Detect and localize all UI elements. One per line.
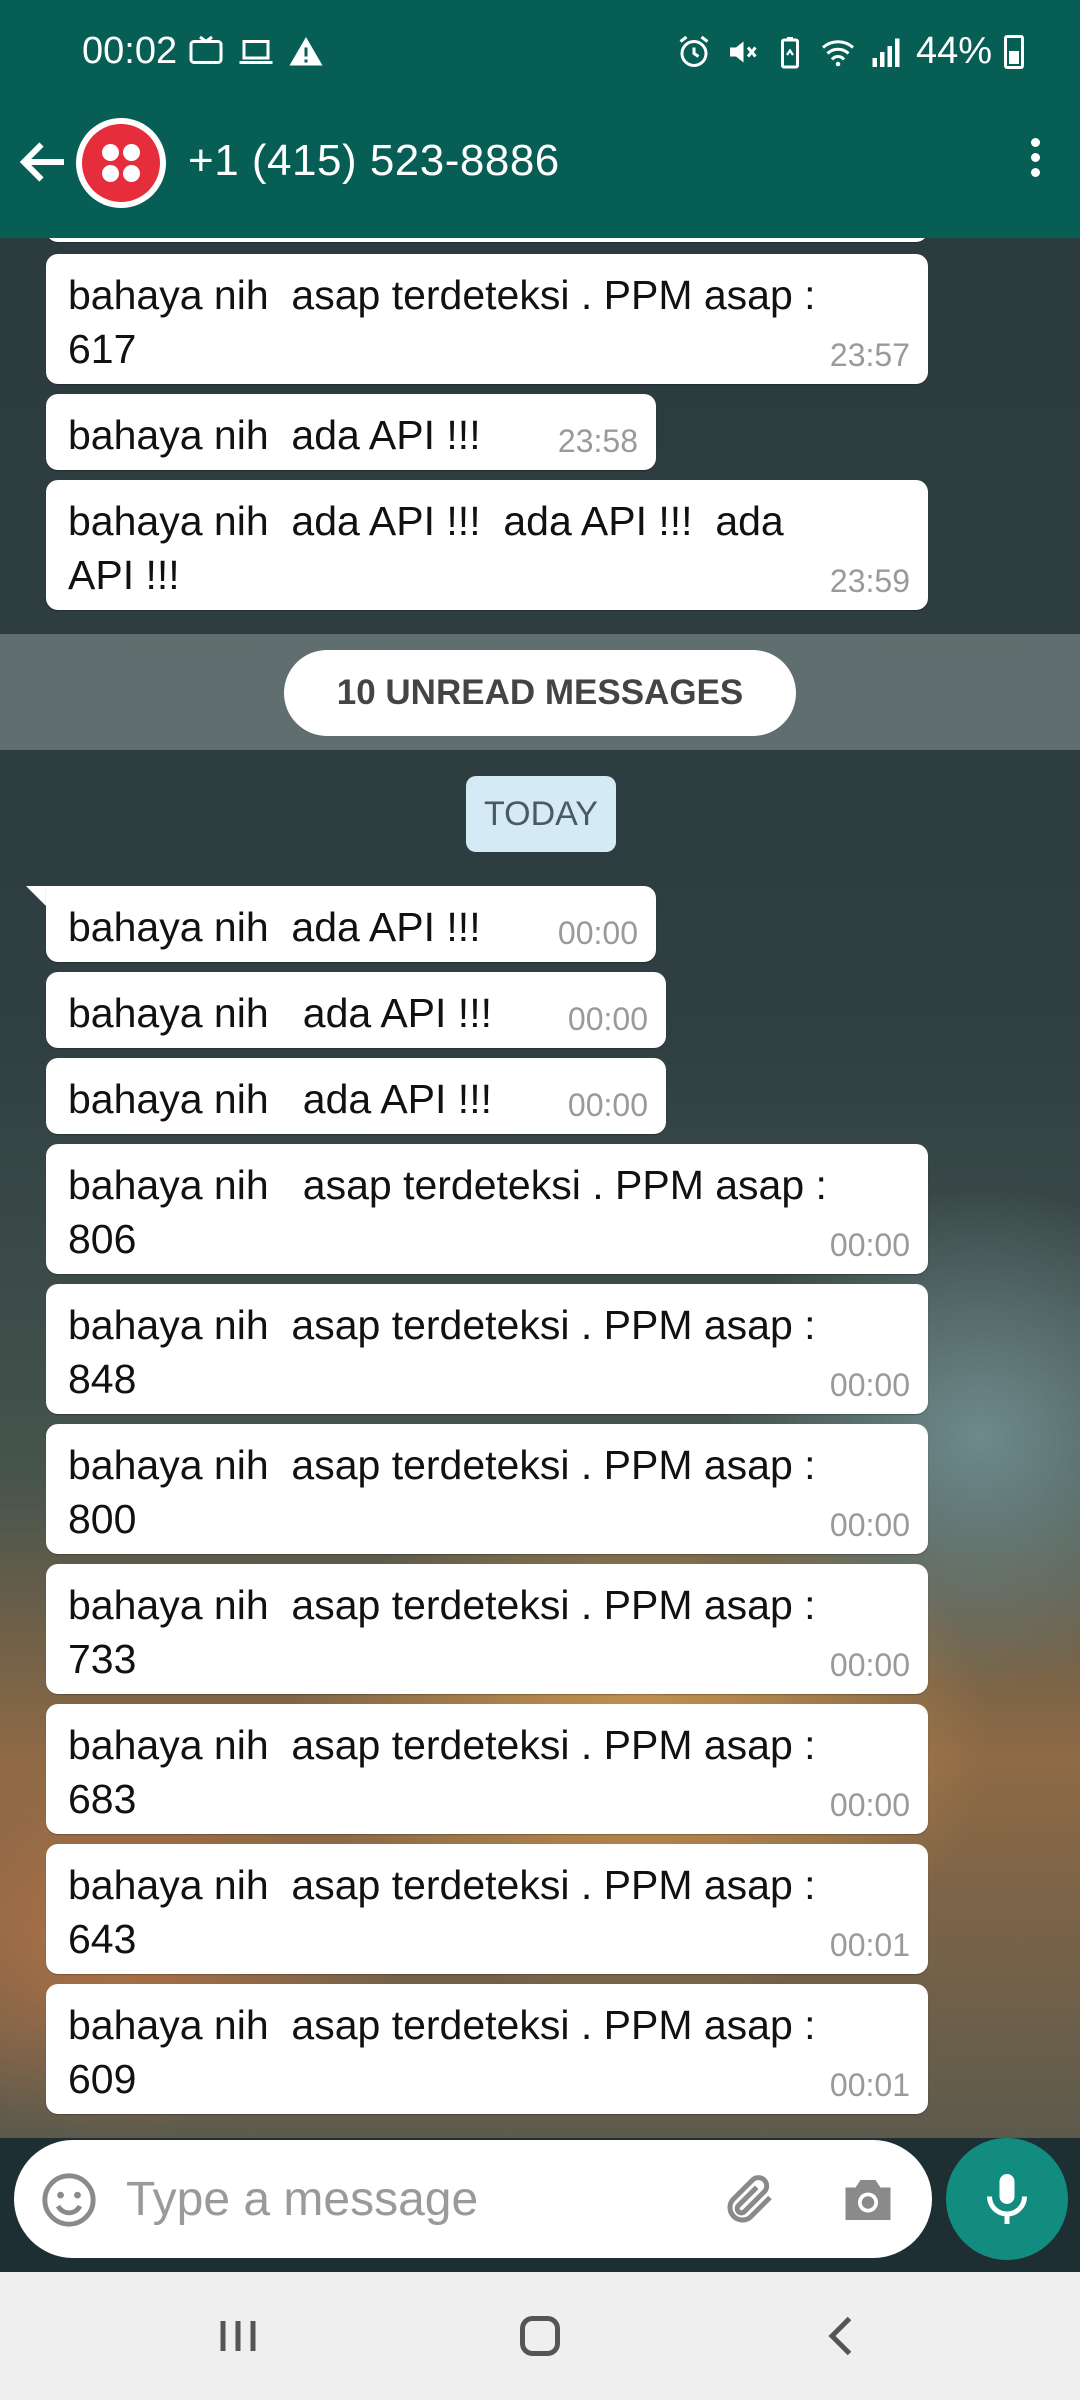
message-text: bahaya nih ada API !!! <box>68 412 481 458</box>
message-time: 00:00 <box>829 1367 910 1403</box>
message-text: bahaya nih ada API !!! ada API !!! ada A… <box>68 498 784 598</box>
mic-button[interactable] <box>946 2138 1068 2260</box>
battery-icon <box>1004 34 1024 69</box>
message-time: 00:00 <box>829 1507 910 1543</box>
message-bubble[interactable]: bahaya nih asap terdeteksi . PPM asap : … <box>46 1704 928 1834</box>
message-text: bahaya nih ada API !!! <box>68 904 481 950</box>
message-bubble[interactable]: bahaya nih ada API !!! 00:00 <box>46 972 666 1048</box>
chat-area[interactable]: bahaya nih asap terdeteksi . PPM asap : … <box>0 238 1080 2138</box>
message-time: 00:00 <box>829 1647 910 1683</box>
message-text: bahaya nih asap terdeteksi . PPM asap : … <box>68 1442 816 1542</box>
message-bubble[interactable]: bahaya nih asap terdeteksi . PPM asap : … <box>46 1144 928 1274</box>
message-time: 00:00 <box>829 1227 910 1263</box>
emoji-icon[interactable] <box>40 2171 98 2229</box>
wifi-icon <box>821 39 854 66</box>
message-text: bahaya nih ada API !!! <box>68 990 492 1036</box>
message-time: 00:00 <box>557 915 638 951</box>
more-options-icon[interactable] <box>1020 132 1050 192</box>
message-text: bahaya nih ada API !!! <box>68 1076 492 1122</box>
contact-name[interactable]: +1 (415) 523-8886 <box>188 136 560 186</box>
message-text: bahaya nih asap terdeteksi . PPM asap : … <box>68 1302 816 1402</box>
message-input-bar[interactable]: Type a message <box>14 2140 932 2258</box>
status-bar: 00:02 44% <box>0 0 1080 90</box>
mic-icon <box>987 2174 1027 2224</box>
message-time: 00:00 <box>567 1001 648 1037</box>
message-text: bahaya nih asap terdeteksi . PPM asap : … <box>68 2002 816 2102</box>
message-time: 23:57 <box>829 337 910 373</box>
unread-messages-label: 10 UNREAD MESSAGES <box>284 650 796 736</box>
message-bubble[interactable]: bahaya nih asap terdeteksi . PPM asap : … <box>46 1284 928 1414</box>
avatar[interactable] <box>76 118 166 208</box>
message-time: 23:59 <box>829 563 910 599</box>
message-bubble[interactable]: bahaya nih ada API !!! 23:58 <box>46 394 656 470</box>
mute-icon <box>729 41 757 62</box>
message-time: 00:01 <box>829 2067 910 2103</box>
message-time: 00:00 <box>829 1787 910 1823</box>
message-text: bahaya nih asap terdeteksi . PPM asap : … <box>68 1722 816 1822</box>
message-bubble[interactable]: bahaya nih asap terdeteksi . PPM asap : … <box>46 1844 928 1974</box>
signal-icon <box>872 38 900 67</box>
battery-saver-icon <box>780 36 799 68</box>
message-bubble[interactable]: bahaya nih asap terdeteksi . PPM asap : … <box>46 254 928 384</box>
battery-percent: 44% <box>915 30 992 72</box>
alarm-icon <box>679 35 709 67</box>
camera-icon[interactable] <box>838 2170 898 2230</box>
date-chip: TODAY <box>466 776 616 852</box>
message-bubble-partial <box>46 238 928 242</box>
message-time: 23:58 <box>557 423 638 459</box>
back-arrow-icon[interactable] <box>14 132 74 192</box>
message-text: bahaya nih asap terdeteksi . PPM asap : … <box>68 272 816 372</box>
status-time: 00:02 <box>82 30 178 72</box>
message-text: bahaya nih asap terdeteksi . PPM asap : … <box>68 1582 816 1682</box>
system-nav-bar <box>0 2272 1080 2400</box>
home-icon[interactable] <box>510 2306 570 2366</box>
message-bubble[interactable]: bahaya nih ada API !!! 00:00 <box>46 1058 666 1134</box>
message-input[interactable]: Type a message <box>126 2172 478 2227</box>
laptop-icon <box>239 40 273 64</box>
tv-icon <box>189 35 223 64</box>
recent-apps-icon[interactable] <box>208 2306 268 2366</box>
message-time: 00:01 <box>829 1927 910 1963</box>
message-text: bahaya nih asap terdeteksi . PPM asap : … <box>68 1162 827 1262</box>
attach-icon[interactable] <box>720 2170 780 2230</box>
message-bubble[interactable]: bahaya nih asap terdeteksi . PPM asap : … <box>46 1424 928 1554</box>
message-bubble[interactable]: bahaya nih ada API !!! ada API !!! ada A… <box>46 480 928 610</box>
message-bubble[interactable]: bahaya nih asap terdeteksi . PPM asap : … <box>46 1564 928 1694</box>
message-bubble[interactable]: bahaya nih asap terdeteksi . PPM asap : … <box>46 1984 928 2114</box>
back-nav-icon[interactable] <box>812 2306 872 2366</box>
message-bubble[interactable]: bahaya nih ada API !!! 00:00 <box>46 886 656 962</box>
chat-header: +1 (415) 523-8886 <box>0 90 1080 238</box>
message-time: 00:00 <box>567 1087 648 1123</box>
message-text: bahaya nih asap terdeteksi . PPM asap : … <box>68 1862 816 1962</box>
warning-icon <box>289 37 323 66</box>
